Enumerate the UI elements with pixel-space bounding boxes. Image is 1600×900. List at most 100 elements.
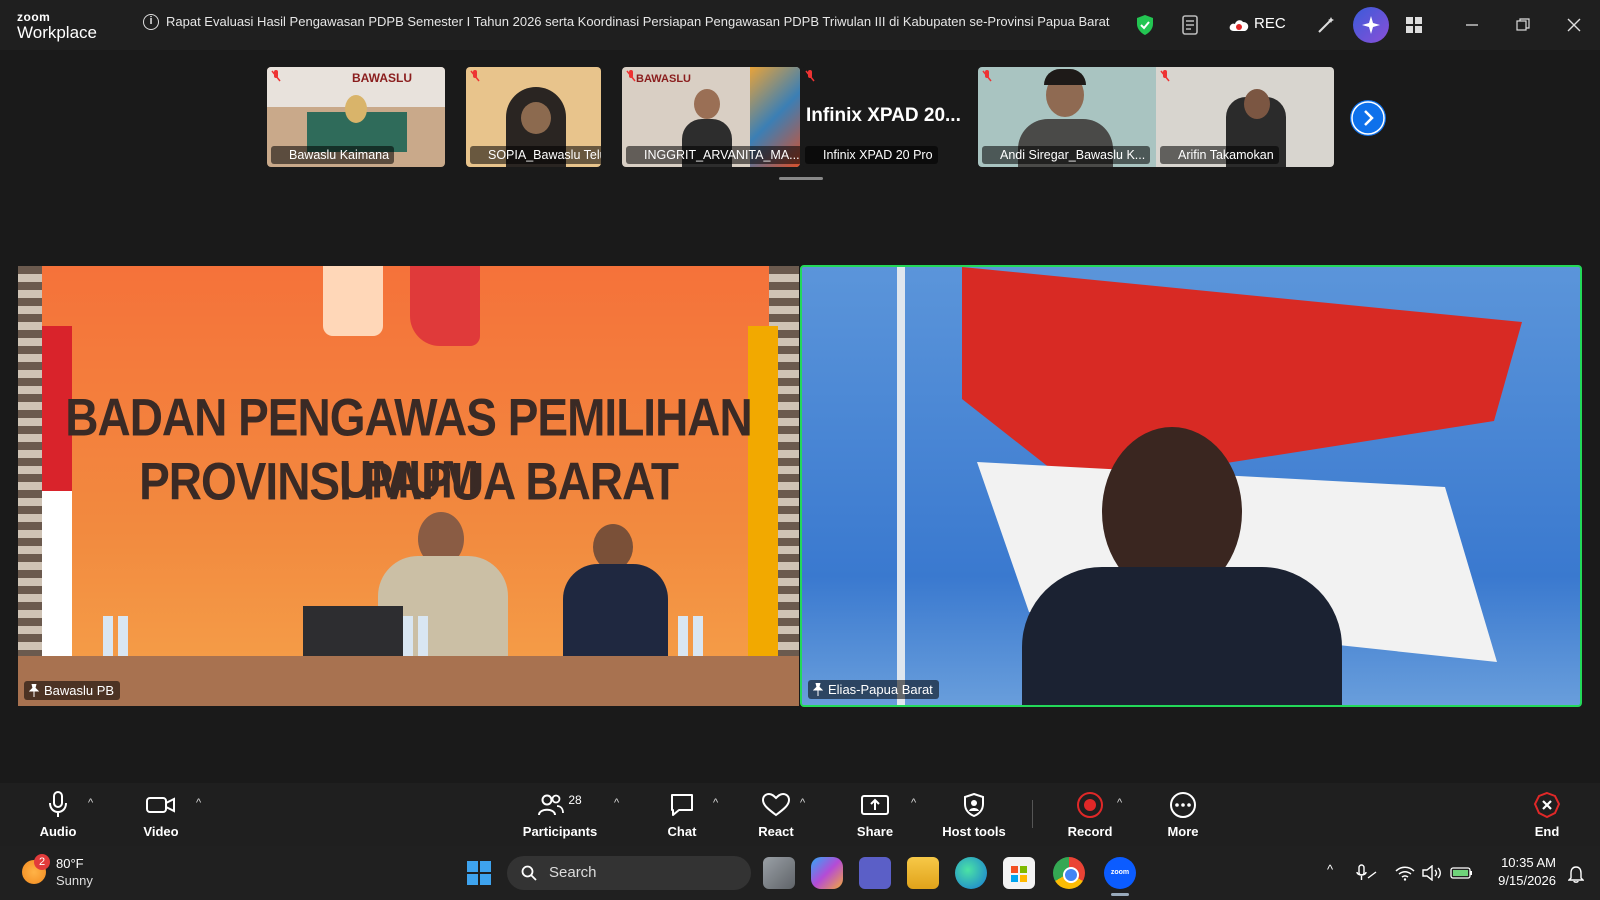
end-icon [1533, 791, 1561, 819]
muted-mic-icon [805, 70, 815, 82]
participant-name: INGGRIT_ARVANITA_MA... [626, 146, 800, 164]
share-options-caret[interactable]: ^ [911, 797, 916, 809]
host-tools-button[interactable]: Host tools [929, 790, 1019, 839]
video-options-caret[interactable]: ^ [196, 797, 201, 809]
file-explorer-icon[interactable] [907, 857, 939, 889]
edge-icon[interactable] [955, 857, 987, 889]
rec-label[interactable]: REC [1254, 15, 1286, 32]
more-icon [1170, 792, 1196, 818]
volume-icon[interactable] [1422, 864, 1442, 886]
active-app-indicator [1111, 893, 1129, 896]
search-label: Search [549, 864, 597, 881]
participants-count: 28 [568, 793, 582, 807]
participant-name: SOPIA_Bawaslu Teluk Bi... [470, 146, 601, 164]
weather-desc[interactable]: Sunny [56, 873, 93, 888]
chat-options-caret[interactable]: ^ [713, 797, 718, 809]
share-button[interactable]: Share [830, 790, 920, 839]
participant-name: Elias-Papua Barat [808, 680, 939, 699]
muted-mic-icon [1160, 70, 1170, 82]
apps-icon[interactable] [1400, 11, 1428, 39]
react-button[interactable]: React [731, 790, 821, 839]
participant-name-label: Bawaslu PB [44, 683, 115, 698]
info-icon[interactable]: i [143, 14, 159, 30]
workplace-logo: Workplace [17, 23, 97, 42]
participants-icon [538, 794, 565, 816]
video-label: Video [143, 824, 179, 839]
search-icon [521, 865, 537, 881]
participant-name-label: Elias-Papua Barat [828, 682, 933, 697]
chat-label: Chat [667, 824, 697, 839]
chevron-right-icon [1351, 101, 1385, 135]
close-icon[interactable] [1560, 11, 1588, 39]
video-tile-active-speaker[interactable]: Elias-Papua Barat [800, 265, 1582, 707]
control-divider [1032, 800, 1033, 828]
meeting-title: Rapat Evaluasi Hasil Pengawasan PDPB Sem… [166, 14, 1110, 29]
wifi-icon[interactable] [1395, 865, 1415, 886]
mic-tray-icon[interactable] [1356, 864, 1378, 887]
notification-bell-icon[interactable] [1567, 865, 1585, 888]
wand-icon[interactable] [1312, 11, 1340, 39]
weather-badge: 2 [34, 854, 50, 870]
clock-time[interactable]: 10:35 AM [1476, 855, 1556, 870]
participant-name: Bawaslu Kaimana [271, 146, 395, 164]
more-button[interactable]: More [1138, 790, 1228, 839]
participant-thumbnail[interactable]: Infinix XPAD 20... Infinix XPAD 20 Pro [801, 67, 979, 167]
participant-thumbnail[interactable]: Arifin Takamokan [1156, 67, 1334, 167]
banner-line2: PROVINSI PAPUA BARAT [139, 451, 679, 511]
participant-thumbnail[interactable]: SOPIA_Bawaslu Teluk Bi... [466, 67, 601, 167]
end-meeting-button[interactable]: End [1502, 790, 1592, 839]
thumbnail-overlay-text: BAWASLU [636, 73, 691, 85]
audio-options-caret[interactable]: ^ [88, 797, 93, 809]
zoom-logo: zoom [17, 10, 51, 24]
clock-date[interactable]: 9/15/2026 [1476, 873, 1556, 888]
participant-thumbnail[interactable]: BAWASLU INGGRIT_ARVANITA_MA... [622, 67, 800, 167]
encryption-shield-icon[interactable] [1131, 11, 1159, 39]
muted-mic-icon [470, 70, 480, 82]
participant-name: Andi Siregar_Bawaslu K... [982, 146, 1151, 164]
muted-mic-icon [982, 70, 992, 82]
zoom-app-icon[interactable]: zoom [1104, 857, 1136, 889]
teams-icon[interactable] [859, 857, 891, 889]
pin-icon [29, 684, 39, 697]
more-label: More [1167, 824, 1199, 839]
windows-start-icon[interactable] [466, 860, 492, 886]
battery-icon[interactable] [1450, 866, 1474, 885]
participants-button[interactable]: 28 Participants [515, 790, 605, 839]
audio-label: Audio [39, 824, 77, 839]
share-screen-icon [861, 795, 889, 815]
record-label: Record [1067, 824, 1113, 839]
chrome-icon[interactable] [1053, 857, 1085, 889]
record-options-caret[interactable]: ^ [1117, 797, 1122, 809]
notes-icon[interactable] [1177, 11, 1205, 39]
restore-icon[interactable] [1509, 11, 1537, 39]
participant-name: Infinix XPAD 20 Pro [805, 146, 938, 164]
minimize-icon[interactable] [1458, 11, 1486, 39]
record-icon [1077, 792, 1103, 818]
participant-thumbnail[interactable]: BAWASLU Bawaslu Kaimana [267, 67, 445, 167]
react-label: React [758, 824, 794, 839]
shield-icon [964, 793, 984, 817]
participant-display-name: Infinix XPAD 20... [806, 105, 961, 126]
next-page-button[interactable] [1350, 100, 1386, 136]
share-label: Share [856, 824, 894, 839]
end-label: End [1534, 824, 1560, 839]
participants-options-caret[interactable]: ^ [614, 797, 619, 809]
participant-thumbnail[interactable]: Andi Siregar_Bawaslu K... [978, 67, 1156, 167]
participant-name: Bawaslu PB [24, 681, 121, 700]
microphone-icon [49, 791, 67, 817]
task-view-icon[interactable] [763, 857, 795, 889]
video-tile-bawaslu-pb[interactable]: BADAN PENGAWAS PEMILIHAN UMUM PROVINSI P… [18, 266, 799, 706]
ai-companion-icon[interactable] [1353, 7, 1389, 43]
taskbar-search-box[interactable]: Search [507, 856, 751, 890]
copilot-icon[interactable] [811, 857, 843, 889]
cloud-record-icon[interactable] [1225, 11, 1253, 39]
muted-mic-icon [626, 70, 636, 82]
thumbnail-scroll-indicator[interactable] [779, 177, 823, 180]
react-options-caret[interactable]: ^ [800, 797, 805, 809]
store-icon[interactable] [1003, 857, 1035, 889]
participant-name: Arifin Takamokan [1160, 146, 1279, 164]
video-button[interactable]: Video [116, 790, 206, 839]
weather-temp[interactable]: 80°F [56, 856, 84, 871]
pin-icon [813, 683, 823, 696]
show-hidden-icons-caret[interactable]: ^ [1327, 862, 1333, 877]
